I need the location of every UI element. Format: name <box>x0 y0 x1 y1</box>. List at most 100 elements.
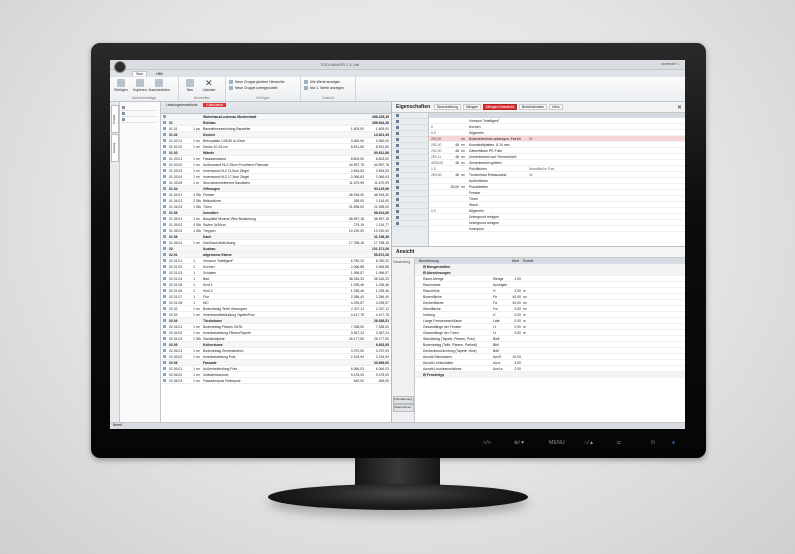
total-price: 2.327,11 <box>376 306 389 311</box>
row-icon <box>163 115 166 118</box>
monitor-control-button[interactable]: ⏻ <box>651 440 655 446</box>
show-first-values-button[interactable]: Nur 1. Werte anzeigen <box>304 86 344 90</box>
position-number: 02.01.04 <box>169 276 183 281</box>
total-price: 69.811,86 <box>374 150 389 155</box>
tab-infos[interactable]: Infos <box>549 104 563 110</box>
attribute-value: 0,00 <box>514 318 521 323</box>
monitor-control-button[interactable]: ○/▲ <box>584 440 594 446</box>
quantity: 1 <box>193 216 195 221</box>
total-price: 11.679,99 <box>374 180 389 185</box>
view-sidebar-label: Darstellung <box>393 260 411 264</box>
tab-mengen-übersicht[interactable]: Mengen Übersicht <box>483 104 517 110</box>
description: Kind 2 <box>203 288 213 293</box>
prop-unit: m² <box>461 154 465 159</box>
tab-leistungsverzeichnis[interactable]: Leistungsverzeichnis <box>163 103 200 107</box>
description: Bodenbelag Zementestrich <box>203 348 244 353</box>
total-price: 3.370,00 <box>375 348 389 353</box>
tab-betriebskosten[interactable]: Betriebskosten <box>518 104 548 110</box>
show-first-label: Nur 1. Werte anzeigen <box>310 86 344 90</box>
apply-button[interactable]: Übernehmen <box>393 404 414 412</box>
right-pane: Eigenschaften Beschreibung Mengen Mengen Ü… <box>392 102 685 423</box>
description: Fenster <box>203 192 215 197</box>
quantity: 1 <box>193 228 195 233</box>
total-price: 2.194,94 <box>375 354 389 359</box>
tab-beschreibung[interactable]: Beschreibung <box>434 104 461 110</box>
quantity: 3 <box>193 192 195 197</box>
row-icon <box>163 355 166 358</box>
tree-row[interactable] <box>392 221 428 227</box>
description: Schlafen <box>203 270 217 275</box>
row-icon <box>163 211 166 214</box>
tree-node[interactable] <box>122 117 156 123</box>
prop-name: Bodenelemente anbringen, Estrich <box>469 136 522 141</box>
vtab-projekt[interactable]: Projekt <box>111 105 119 133</box>
unit-price: 44.957,78 <box>348 162 364 167</box>
unit-price: 3.367,24 <box>350 330 364 335</box>
unit: Stk <box>196 336 201 341</box>
ribbon-group-clipboard: Einfügen Kopieren Ausschneiden Zwischena… <box>110 77 179 101</box>
attribute-unit: m <box>523 288 526 293</box>
monitor-control-button[interactable]: □/□ <box>483 440 491 446</box>
row-icon <box>163 241 166 244</box>
total-price: 9.478,00 <box>375 372 389 377</box>
left-vertical-tabs: Projekt Katalog <box>110 102 120 423</box>
vtab-katalog[interactable]: Katalog <box>111 134 119 162</box>
attribute-group[interactable]: ⊟ Fenstertyp <box>415 372 685 378</box>
row-icon <box>163 175 166 178</box>
status-bar: Bereit <box>110 422 685 429</box>
position-number: 01.01 <box>169 126 178 131</box>
show-all-values-button[interactable]: Alle Werte anzeigen <box>304 80 344 84</box>
ribbon-tab-start[interactable]: Start <box>132 71 148 76</box>
quantity: 1 <box>193 354 195 359</box>
format-button[interactable]: Formatierung <box>393 396 414 404</box>
position-number: 02.01.05 <box>169 282 183 287</box>
total-price: 1.035,46 <box>375 288 389 293</box>
prop-name: Untergrund reinigen <box>469 220 499 225</box>
description: Innenwand HLZ 11,5cm Ziegel <box>203 168 249 173</box>
monitor-control-button[interactable]: MENU <box>549 440 565 446</box>
total-price: 31.198,36 <box>373 234 389 239</box>
prop-amount: 1.0 <box>431 166 436 171</box>
close-panel-button[interactable]: ✕ <box>677 104 682 111</box>
new-subgroup-label: Neue Gruppe untergeordnet <box>235 86 278 90</box>
attribute-name: Wandfläche <box>423 306 441 311</box>
prop-name: Zementestrich glätten <box>469 160 502 165</box>
unit: m² <box>196 144 200 149</box>
table-row[interactable]: 02.06.03 1 m² Fassadenputz Reibeputz 469,00 4… <box>161 378 391 384</box>
app-menu-button[interactable] <box>114 61 126 73</box>
unit: Stk <box>196 192 201 197</box>
attribute-variable: Lf <box>493 324 496 329</box>
monitor-control-button[interactable]: ⊏ <box>617 440 622 446</box>
properties-row[interactable]: Innenputz <box>429 226 685 232</box>
quantity: 1 <box>193 174 195 179</box>
prop-name: Zementestrich auf Trennschicht <box>469 154 517 159</box>
attribute-value: 0,00 <box>514 312 521 317</box>
monitor-control-button[interactable]: ⊕/▼ <box>514 440 525 446</box>
description: allgemeine Ebene <box>203 252 232 257</box>
prop-name: Fenster <box>469 190 481 195</box>
prop-name: Wand <box>469 202 478 207</box>
total-price: 14.301,49 <box>373 132 389 137</box>
folder-icon <box>122 117 125 121</box>
position-number: 02.01.03 <box>169 270 183 275</box>
prop-amount: 4039,00 <box>431 160 444 165</box>
unit-price: 8.531,60 <box>350 144 364 149</box>
ribbon: Einfügen Kopieren Ausschneiden Zwischena… <box>110 77 685 102</box>
position-number: 02.01.08 <box>169 300 183 305</box>
tab-mengen[interactable]: Mengen <box>462 104 482 110</box>
description: Fassade <box>203 360 217 365</box>
prop-amount: 0 <box>431 124 433 129</box>
attribute-unit: m² <box>523 306 527 311</box>
new-group-same-level-button[interactable]: Neue Gruppe gleicher Hierarchie <box>229 80 285 84</box>
total-price: 2.066,63 <box>375 174 389 179</box>
tab-kalkulation[interactable]: Kalkulation <box>203 103 227 107</box>
new-subgroup-button[interactable]: Neue Gruppe untergeordnet <box>229 86 285 90</box>
attribute-name: Gesamtlänge der Fenster <box>423 324 462 329</box>
attribute-variable: Bbfl <box>493 342 499 347</box>
ribbon-tab-hilfe[interactable]: Hilfe <box>153 72 166 76</box>
attribute-name: Bodenbelag (Teilb, Fliesen, Parkett) <box>423 342 477 347</box>
total-price: 1.996,57 <box>375 270 389 275</box>
quantity: 1 <box>193 144 195 149</box>
position-number: 02.04 <box>169 318 178 323</box>
node-icon <box>396 144 399 147</box>
